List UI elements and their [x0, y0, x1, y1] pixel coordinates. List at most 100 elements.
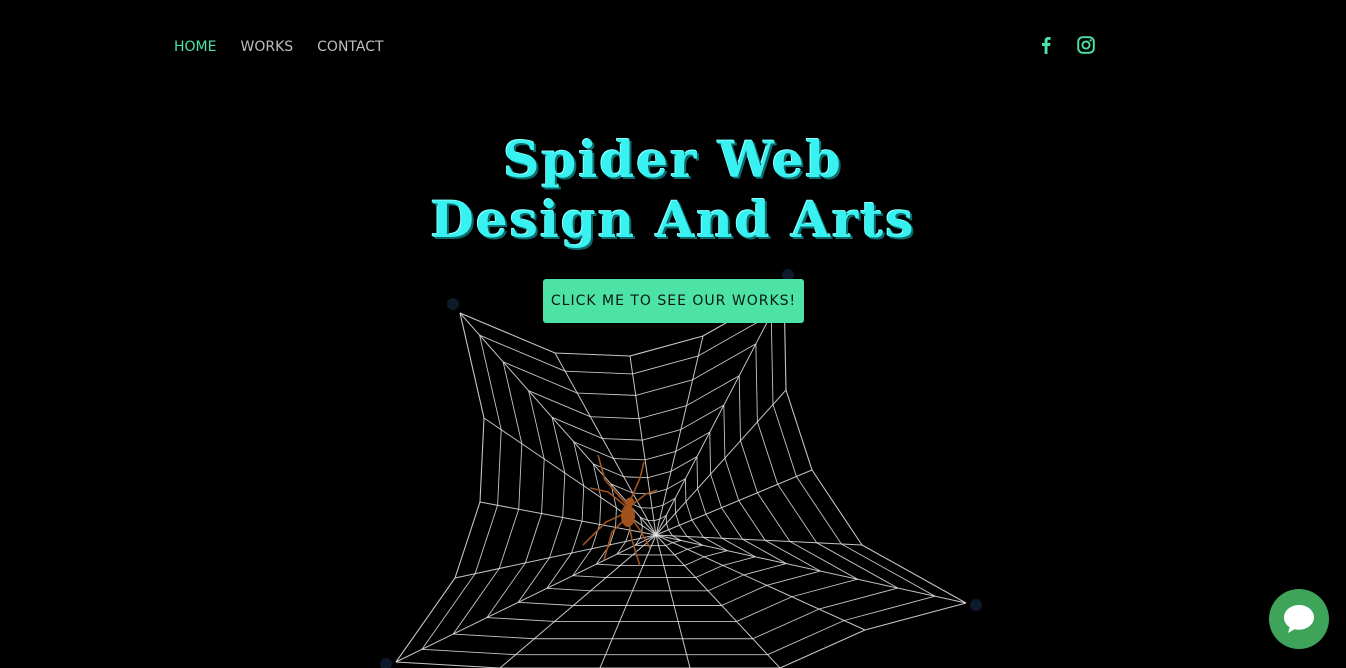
web-spiral-strand: [572, 548, 593, 576]
web-spiral-strand: [647, 470, 672, 479]
nav-home-link[interactable]: HOME: [174, 37, 216, 57]
web-frame-strand: [779, 629, 866, 668]
web-spiral-strand: [581, 485, 585, 522]
web-spiral-strand: [679, 525, 688, 537]
web-frame-strand: [459, 312, 485, 419]
web-frame-strand: [785, 389, 813, 471]
web-spiral-strand: [518, 443, 523, 510]
web-spiral-strand: [524, 513, 543, 564]
web-frame-strand: [395, 661, 501, 668]
web-spiral-strand: [818, 587, 898, 610]
spider-web-illustration: [380, 269, 982, 668]
web-spiral-strand: [565, 370, 633, 375]
web-spiral-strand: [591, 524, 601, 549]
web-spiral-strand: [707, 574, 744, 592]
web-spiral-strand: [764, 539, 821, 572]
web-spiral-strand: [691, 519, 704, 538]
web-spiral-strand: [642, 429, 682, 441]
web-spiral-strand: [697, 488, 707, 515]
web-spiral-strand: [613, 458, 646, 461]
web-spiral-strand: [638, 405, 687, 420]
web-spiral-strand: [421, 573, 476, 650]
web-spiral-strand: [572, 575, 607, 579]
web-spiral-strand: [635, 379, 693, 396]
page: HOME WORKS CONTACT Spider Web Design And…: [0, 0, 1346, 668]
web-spiral-strand: [743, 563, 787, 576]
web-spiral-strand: [724, 458, 740, 501]
web-spiral-strand: [665, 542, 673, 547]
web-spiral-strand: [497, 429, 502, 506]
web-spiral-strand: [791, 578, 858, 598]
web-spiral-strand: [843, 595, 936, 621]
nav-contact-link[interactable]: CONTACT: [317, 37, 383, 57]
web-frame-strand: [811, 469, 863, 546]
web-spiral-strand: [518, 601, 574, 606]
web-spiral-strand: [474, 505, 499, 574]
web-spiral-strand: [777, 484, 818, 544]
web-spiral-strand: [816, 542, 899, 589]
web-spiral-strand: [502, 361, 523, 444]
web-spiral-strand: [573, 441, 614, 459]
web-spiral-strand: [772, 404, 797, 477]
web-spiral-strand: [705, 513, 723, 539]
web-spiral-strand: [687, 544, 703, 550]
web-anchor-dot: [380, 658, 392, 668]
web-spiral-strand: [695, 564, 724, 578]
web-spiral-strand: [685, 501, 693, 521]
web-spiral-strand: [722, 556, 756, 566]
web-spiral-strand: [546, 552, 572, 589]
web-spiral-strand: [562, 472, 566, 518]
social-links: [1036, 34, 1096, 56]
web-spiral-strand: [757, 492, 791, 542]
web-spiral-strand: [696, 456, 699, 489]
web-spiral-strand: [709, 432, 712, 475]
web-spiral-strand: [551, 416, 603, 439]
web-spiral-strand: [453, 633, 535, 640]
instagram-icon[interactable]: [1076, 34, 1096, 56]
web-spiral-strand: [623, 476, 648, 479]
web-spiral-strand: [596, 563, 621, 567]
web-spiral-strand: [599, 497, 602, 525]
web-spiral-strand: [593, 463, 624, 478]
web-spiral-strand: [723, 405, 726, 459]
web-spiral-strand: [752, 608, 820, 640]
web-spiral-strand: [551, 417, 566, 474]
web-spiral-strand: [740, 440, 758, 493]
spider-head: [625, 497, 635, 507]
web-spiral-strand: [721, 584, 767, 606]
web-spiral-strand: [632, 355, 699, 375]
web-spiral-strand: [546, 587, 591, 592]
web-spiral-strand: [736, 596, 793, 622]
web-spiral-strand: [528, 390, 545, 460]
web-frame-strand: [864, 602, 967, 631]
web-spiral-strand: [541, 458, 545, 514]
nav-works-link[interactable]: WORKS: [240, 37, 293, 57]
web-spiral-strand: [665, 523, 669, 530]
web-spiral-strand: [602, 438, 643, 441]
web-spiral-strand: [796, 476, 842, 545]
web-spiral-strand: [625, 529, 631, 542]
web-spiral-strand: [517, 557, 550, 603]
web-spiral-strand: [644, 450, 676, 461]
chat-bubble-icon: [1284, 605, 1314, 633]
web-spiral-strand: [577, 392, 636, 396]
spider-abdomen: [621, 505, 635, 527]
web-spiral-strand: [721, 507, 743, 540]
web-spiral-strand: [684, 556, 705, 567]
web-spiral-strand: [766, 570, 821, 586]
web-spiral-strand: [421, 648, 516, 656]
hero-title-line-2: Design And Arts: [430, 190, 916, 249]
web-spiral-strand: [486, 562, 526, 618]
web-spiral-strand: [616, 553, 633, 556]
web-spiral-strand: [755, 343, 758, 422]
chat-button[interactable]: [1269, 589, 1329, 649]
web-frame-strand: [629, 335, 704, 357]
web-spiral-strand: [571, 520, 583, 554]
facebook-icon[interactable]: [1036, 34, 1056, 56]
web-anchor-dot: [447, 298, 459, 310]
web-spiral-strand: [767, 620, 845, 656]
main-nav: HOME WORKS CONTACT: [174, 37, 384, 57]
see-works-button[interactable]: CLICK ME TO SEE OUR WORKS!: [543, 279, 804, 323]
spider-leg: [589, 487, 629, 509]
web-spiral-strand: [738, 375, 741, 441]
